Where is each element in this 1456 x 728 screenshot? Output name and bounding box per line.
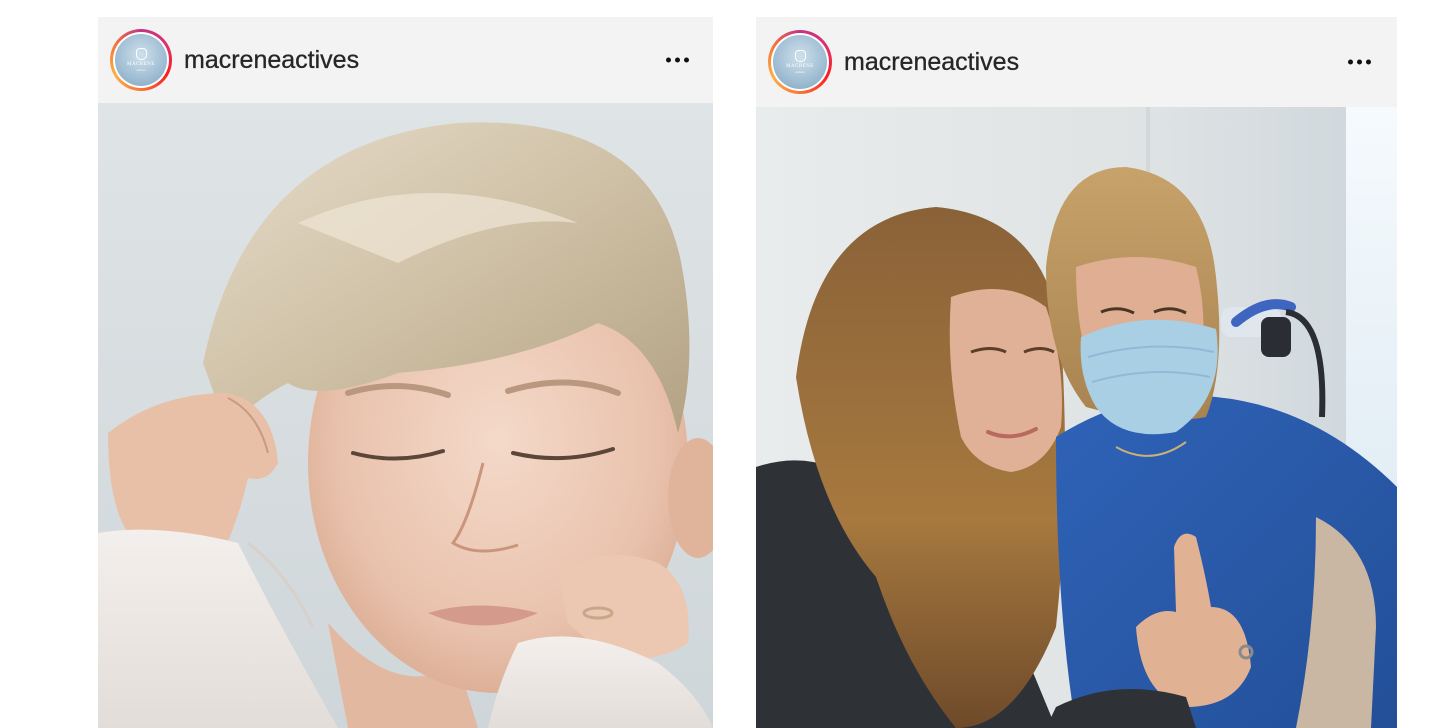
- avatar: MACRENE actives: [115, 34, 167, 86]
- more-options-button[interactable]: [1346, 54, 1373, 71]
- username-link[interactable]: macreneactives: [844, 47, 1019, 77]
- avatar: MACRENE actives: [773, 35, 827, 89]
- instagram-post: MACRENE actives macreneactives: [756, 17, 1397, 728]
- more-horizontal-icon: [666, 57, 671, 63]
- clinic-photo-illustration: [756, 107, 1397, 728]
- post-photo[interactable]: [756, 107, 1397, 728]
- brand-emblem-icon: [135, 48, 147, 60]
- avatar-story-ring[interactable]: MACRENE actives: [768, 30, 832, 94]
- post-header: MACRENE actives macreneactives: [98, 17, 713, 103]
- portrait-photo-illustration: [98, 103, 713, 728]
- brand-emblem-icon: [794, 50, 806, 62]
- avatar-sub-text: actives: [795, 70, 805, 74]
- more-options-button[interactable]: [664, 52, 691, 69]
- username-link[interactable]: macreneactives: [184, 45, 359, 75]
- avatar-story-ring[interactable]: MACRENE actives: [110, 29, 172, 91]
- instagram-post: MACRENE actives macreneactives: [98, 17, 713, 728]
- post-photo[interactable]: [98, 103, 713, 728]
- post-header: MACRENE actives macreneactives: [756, 17, 1397, 107]
- more-horizontal-icon: [1348, 59, 1353, 65]
- avatar-sub-text: actives: [136, 68, 146, 72]
